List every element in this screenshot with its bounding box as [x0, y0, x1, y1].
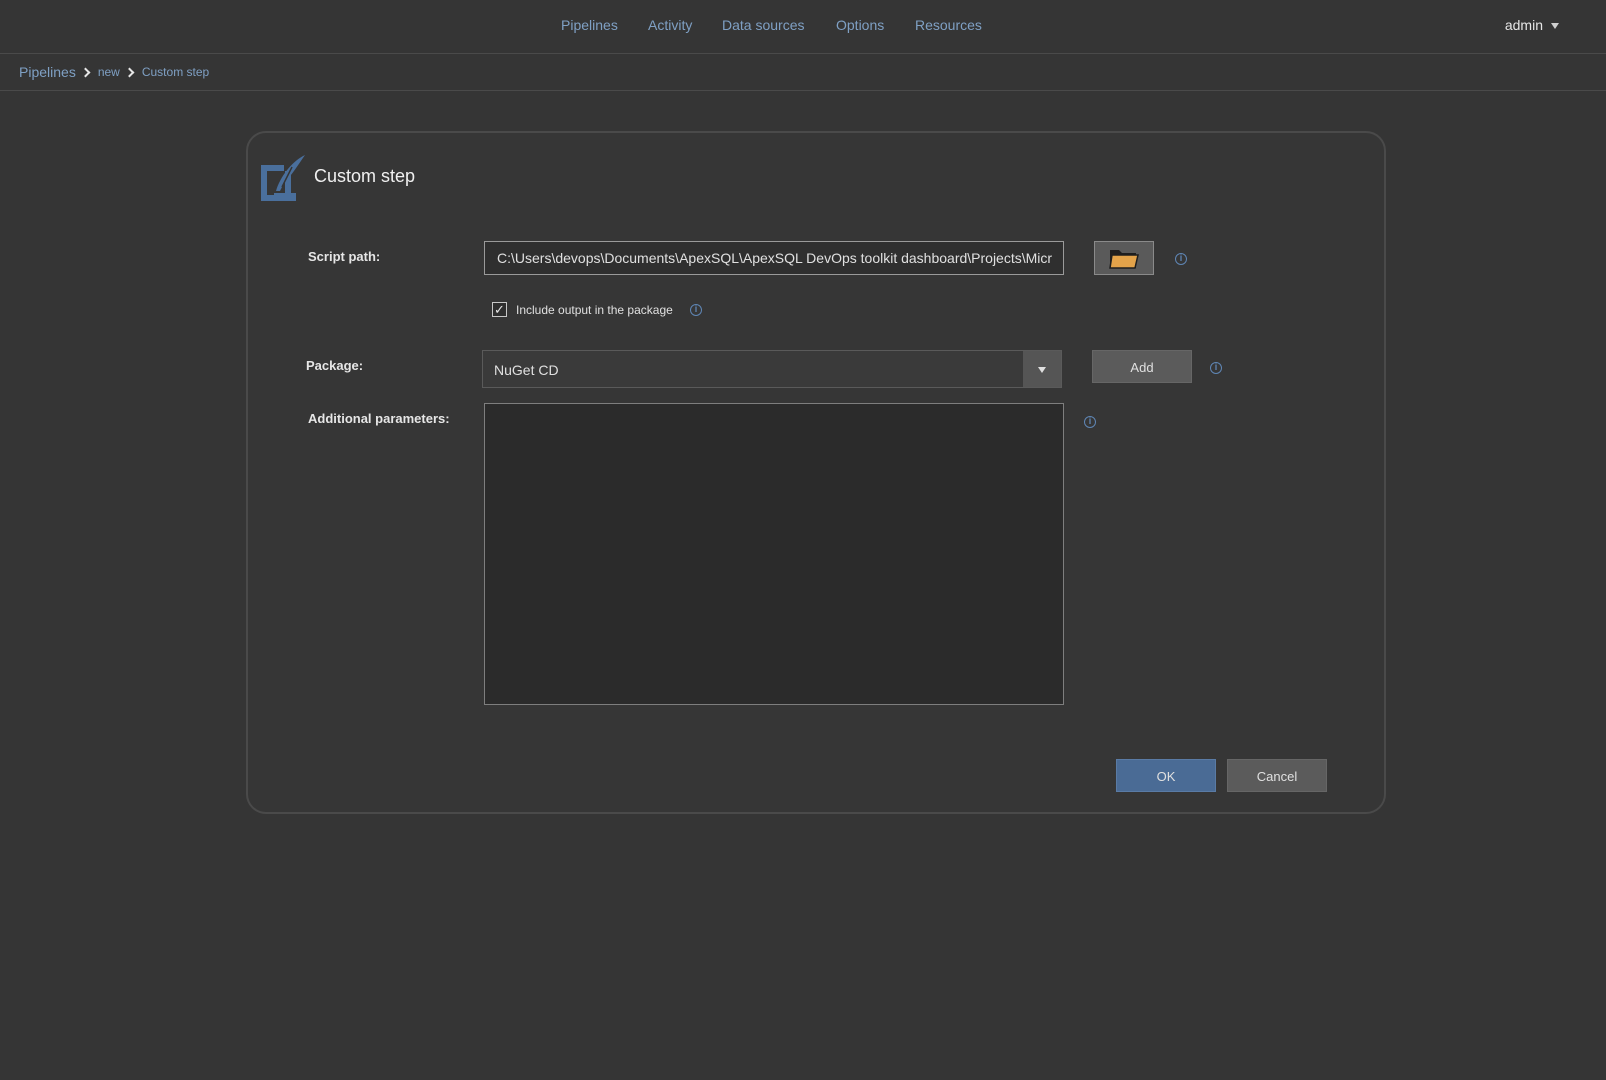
nav-activity[interactable]: Activity [648, 17, 692, 33]
include-output-label: Include output in the package [516, 303, 673, 317]
user-menu[interactable]: admin [1505, 17, 1559, 33]
checkmark-icon: ✓ [494, 302, 505, 317]
breadcrumb-new[interactable]: new [98, 65, 120, 79]
script-path-input[interactable]: C:\Users\devops\Documents\ApexSQL\ApexSQ… [484, 241, 1064, 275]
info-icon[interactable]: i [1210, 362, 1222, 374]
info-icon[interactable]: i [1175, 253, 1187, 265]
info-icon[interactable]: i [690, 304, 702, 316]
chevron-right-icon [80, 67, 91, 77]
nav-options[interactable]: Options [836, 17, 884, 33]
custom-step-dialog: Custom step Script path: C:\Users\devops… [246, 131, 1386, 814]
dropdown-arrow-icon[interactable] [1023, 351, 1061, 387]
additional-parameters-textarea[interactable] [484, 403, 1064, 705]
folder-icon [1109, 250, 1139, 269]
custom-step-icon [261, 155, 305, 201]
nav-resources[interactable]: Resources [915, 17, 982, 33]
browse-button[interactable] [1094, 241, 1154, 275]
top-navigation-bar: Pipelines Activity Data sources Options … [0, 0, 1606, 54]
script-path-label: Script path: [308, 249, 381, 264]
package-select[interactable]: NuGet CD [482, 350, 1062, 388]
nav-pipelines[interactable]: Pipelines [561, 17, 618, 33]
breadcrumb: Pipelines new Custom step [19, 64, 209, 80]
ok-button[interactable]: OK [1116, 759, 1216, 792]
breadcrumb-custom-step[interactable]: Custom step [142, 65, 209, 79]
user-name: admin [1504, 17, 1543, 33]
chevron-right-icon [124, 67, 135, 77]
package-label: Package: [306, 358, 364, 373]
breadcrumb-pipelines[interactable]: Pipelines [19, 64, 76, 80]
caret-down-icon [1551, 23, 1559, 30]
additional-parameters-label: Additional parameters: [308, 411, 450, 426]
add-package-button[interactable]: Add [1092, 350, 1192, 383]
dialog-title: Custom step [314, 166, 416, 186]
breadcrumb-bar: Pipelines new Custom step [0, 54, 1606, 91]
include-output-checkbox[interactable]: ✓ [492, 302, 507, 317]
info-icon[interactable]: i [1084, 416, 1096, 428]
package-selected-value: NuGet CD [494, 362, 559, 378]
cancel-button[interactable]: Cancel [1227, 759, 1327, 792]
nav-data-sources[interactable]: Data sources [722, 17, 804, 33]
